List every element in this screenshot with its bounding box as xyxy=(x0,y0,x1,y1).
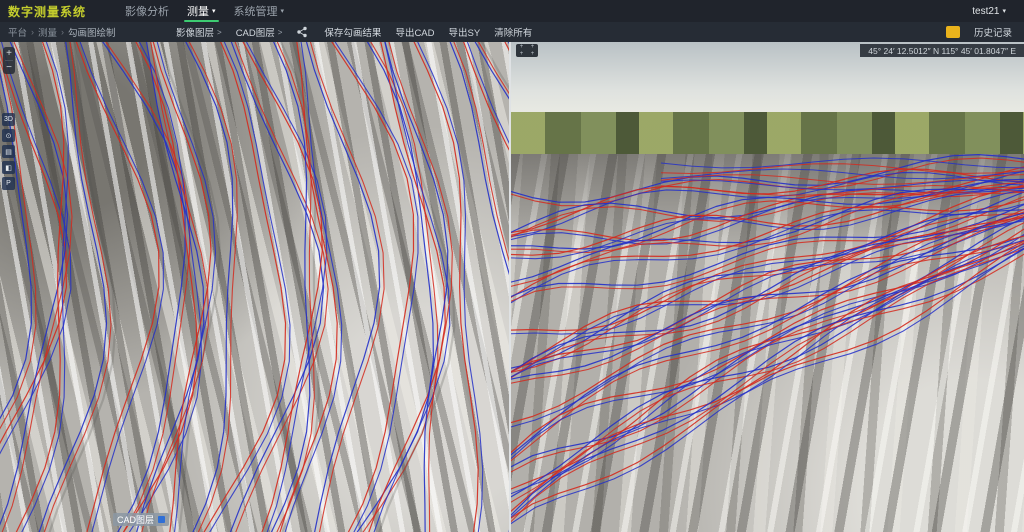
coordinate-readout: 45° 24′ 12.5012″ N 115° 45′ 01.8047″ E xyxy=(860,44,1024,57)
chevron-down-icon: ▾ xyxy=(1002,8,1006,15)
nav-item-label: 影像分析 xyxy=(125,6,170,18)
nav-item-image-analysis[interactable]: 影像分析 xyxy=(116,0,178,22)
main-nav: 影像分析 测量 ▾ 系统管理 ▾ xyxy=(116,0,293,22)
layer-toggle-icon xyxy=(158,516,166,523)
image-layer-label: 影像图层 xyxy=(176,28,215,39)
nav-item-system-admin[interactable]: 系统管理 ▾ xyxy=(225,0,294,22)
basemap-icon[interactable]: ▤ xyxy=(2,145,15,158)
save-sketch-button[interactable]: 保存勾画结果 xyxy=(324,25,381,39)
app-title: 数字测量系统 xyxy=(8,4,87,19)
split-view-icon[interactable]: ◧ xyxy=(2,161,15,174)
chevron-icon: > xyxy=(217,27,222,37)
nav-item-label: 测量 xyxy=(187,6,210,18)
nav-glyph-icon: + xyxy=(519,50,524,57)
breadcrumb-current-page: 勾画图绘制 xyxy=(68,28,116,39)
map-panel-2d[interactable]: + − 3D ⊙ ▤ ◧ P CAD图层 xyxy=(0,42,509,532)
clear-all-label: 清除所有 xyxy=(494,28,533,39)
view-3d-button[interactable]: 3D xyxy=(2,113,15,126)
notification-badge[interactable] xyxy=(945,26,960,38)
navigation-control[interactable]: + + + + xyxy=(516,44,538,57)
zoom-in-button[interactable]: + xyxy=(6,47,12,60)
nav-glyph-icon: + xyxy=(530,50,535,57)
export-shp-label: 导出SY xyxy=(448,28,481,39)
zoom-out-button[interactable]: − xyxy=(6,61,12,74)
map-panel-3d[interactable]: + + + + 45° 24′ 12.5012″ N 115° 45′ 01.8… xyxy=(511,42,1024,532)
chevron-down-icon: ▾ xyxy=(212,8,216,15)
zoom-control: + − xyxy=(3,47,15,74)
user-name: test21 xyxy=(972,5,1000,17)
save-sketch-label: 保存勾画结果 xyxy=(324,28,382,39)
breadcrumb-platform[interactable]: 平台 xyxy=(8,25,27,39)
user-menu[interactable]: test21 ▾ xyxy=(972,6,1006,17)
image-layer-dropdown[interactable]: 影像图层 > xyxy=(176,25,222,40)
export-shp-button[interactable]: 导出SY xyxy=(449,25,481,39)
share-icon[interactable] xyxy=(296,26,308,38)
breadcrumb: 平台 › 测量 › 勾画图绘制 xyxy=(8,25,116,39)
top-bar: 数字测量系统 影像分析 测量 ▾ 系统管理 ▾ test21 ▾ xyxy=(0,0,1024,22)
point-marker-button[interactable]: P xyxy=(2,177,15,190)
cad-layer-label: CAD图层 xyxy=(235,28,275,39)
breadcrumb-survey[interactable]: 测量 xyxy=(38,25,57,39)
map-toolbar: 影像图层 > CAD图层 > 保存勾画结果 导出CAD 导出SY 清除所有 xyxy=(176,22,546,42)
nav-item-label: 系统管理 xyxy=(233,6,278,18)
clear-all-button[interactable]: 清除所有 xyxy=(494,25,532,39)
breadcrumb-separator: › xyxy=(31,27,35,37)
sub-bar: 平台 › 测量 › 勾画图绘制 影像图层 > CAD图层 > 保存勾画结果 导出… xyxy=(0,22,1024,42)
export-cad-button[interactable]: 导出CAD xyxy=(395,25,434,39)
cad-layer-dropdown[interactable]: CAD图层 > xyxy=(235,25,283,40)
map-split-view: + − 3D ⊙ ▤ ◧ P CAD图层 + + + + 45° 24′ 12.… xyxy=(0,42,1024,532)
export-cad-label: 导出CAD xyxy=(395,28,435,39)
map-tool-stack: 3D ⊙ ▤ ◧ P xyxy=(2,110,15,190)
nav-item-survey[interactable]: 测量 ▾ xyxy=(178,0,225,22)
contour-overlay-3d xyxy=(511,154,1024,525)
magnifier-icon[interactable]: ⊙ xyxy=(2,129,15,142)
subbar-right-group: 历史记录 xyxy=(945,22,1012,42)
cad-layer-chip-label: CAD图层 xyxy=(117,515,155,525)
chevron-down-icon: ▾ xyxy=(280,8,285,15)
history-button[interactable]: 历史记录 xyxy=(974,25,1012,39)
app-window: 数字测量系统 影像分析 测量 ▾ 系统管理 ▾ test21 ▾ 平台 › 测量… xyxy=(0,0,1024,532)
chevron-icon: > xyxy=(277,27,283,37)
contour-overlay-2d xyxy=(0,42,509,532)
cad-layer-chip[interactable]: CAD图层 xyxy=(113,513,170,526)
breadcrumb-separator: › xyxy=(61,27,65,37)
